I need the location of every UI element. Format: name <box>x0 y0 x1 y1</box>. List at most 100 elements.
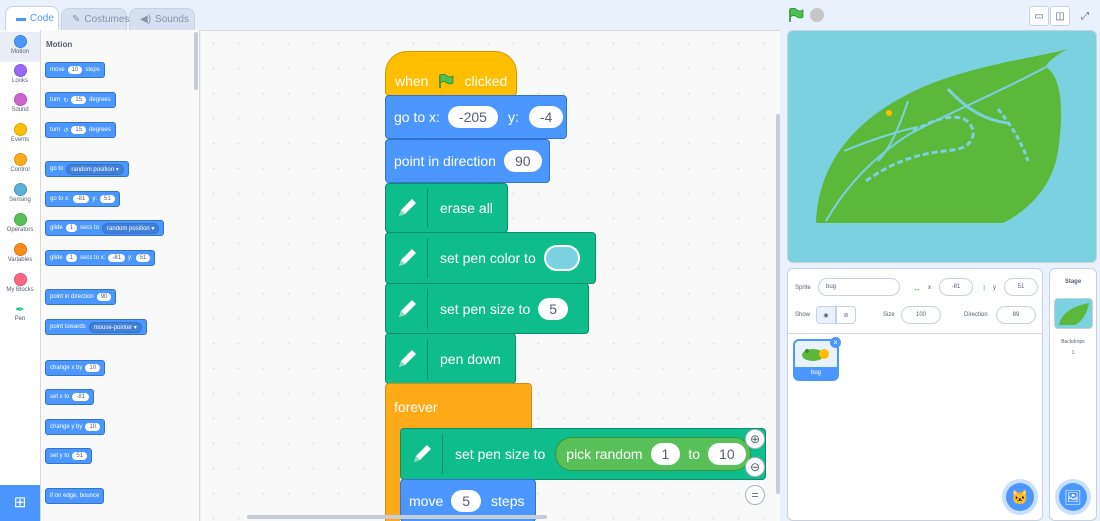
goto-x-input[interactable]: -205 <box>447 106 498 128</box>
set-pen-color-block[interactable]: set pen color to <box>385 232 596 284</box>
large-stage-button[interactable]: ◫ <box>1050 6 1070 26</box>
show-hidden-toggle[interactable]: ⊘ <box>836 306 856 324</box>
zoom-reset-button[interactable]: = <box>745 485 765 505</box>
palette-glide-xy-block[interactable]: glide 1 secs to x: -81 y: 51 <box>45 250 156 266</box>
point-towards-dropdown[interactable]: mouse-pointer ▾ <box>88 321 142 333</box>
erase-all-block[interactable]: erase all <box>385 183 508 233</box>
change-x-input[interactable]: 10 <box>85 364 101 372</box>
category-operators[interactable]: Operators <box>0 210 40 240</box>
turn-right-input[interactable]: 15 <box>71 96 87 104</box>
random-from-input[interactable]: 1 <box>650 443 681 465</box>
stage-canvas[interactable] <box>787 30 1097 263</box>
backdrops-count: 1 <box>1071 350 1075 356</box>
move-steps-input[interactable]: 10 <box>67 66 83 74</box>
sprite-direction-field[interactable]: 89 <box>996 306 1036 324</box>
glide-dropdown[interactable]: random position ▾ <box>102 222 160 234</box>
palette-turn-right-block[interactable]: turn ↻ 15 degrees <box>45 92 116 108</box>
stage-thumbnail[interactable] <box>1054 298 1093 329</box>
palette-move-block[interactable]: move 10 steps <box>45 62 105 78</box>
block-palette: Motion move 10 steps turn ↻ 15 degrees turn ↺ 1… <box>41 30 200 521</box>
pen-size-input[interactable]: 5 <box>538 297 569 320</box>
fullscreen-icon: ⤢ <box>1081 10 1089 22</box>
goto-xy-block[interactable]: go to x: -205 y: -4 <box>385 95 567 139</box>
category-looks[interactable]: Looks <box>0 61 40 91</box>
palette-glide-block[interactable]: glide 1 secs to random position ▾ <box>45 220 165 236</box>
palette-scrollbar[interactable] <box>194 32 198 90</box>
tab-sounds[interactable]: ◀) Sounds <box>129 8 195 30</box>
point-direction-block[interactable]: point in direction 90 <box>385 139 550 183</box>
goto-y-input[interactable]: 51 <box>100 195 115 203</box>
glide-y-input[interactable]: 51 <box>135 254 151 262</box>
set-pen-size-random-block[interactable]: set pen size to pick random 1 to 10 <box>400 428 766 480</box>
point-direction-input[interactable]: 90 <box>96 293 112 301</box>
sprite-y-field[interactable]: 51 <box>1004 278 1038 296</box>
small-stage-button[interactable]: ▭ <box>1029 6 1049 26</box>
zoom-in-button[interactable]: ⊕ <box>745 429 765 449</box>
cat-icon: 🐱 <box>1011 488 1029 505</box>
category-control[interactable]: Control <box>0 150 40 180</box>
add-extension-button[interactable]: ⊞ <box>0 485 40 521</box>
stop-button[interactable] <box>810 8 824 22</box>
glide-secs-input[interactable]: 1 <box>65 224 78 232</box>
palette-point-direction-block[interactable]: point in direction 90 <box>45 289 117 305</box>
script-horizontal-scrollbar[interactable] <box>247 515 547 519</box>
category-events[interactable]: Events <box>0 120 40 150</box>
speaker-icon: ◀) <box>140 14 152 25</box>
goto-dropdown[interactable]: random position ▾ <box>66 163 124 175</box>
zoom-out-button[interactable]: ⊖ <box>745 457 765 477</box>
stage-selector[interactable]: Stage Backdrops 1 🖼 <box>1049 268 1097 521</box>
set-y-input[interactable]: 51 <box>72 452 88 460</box>
small-stage-icon: ▭ <box>1034 10 1044 22</box>
random-to-input[interactable]: 10 <box>708 443 746 465</box>
show-visible-toggle[interactable]: ◉ <box>816 306 836 324</box>
set-pen-size-block[interactable]: set pen size to 5 <box>385 283 589 334</box>
category-my-blocks[interactable]: My Blocks <box>0 270 40 300</box>
pen-color-swatch[interactable] <box>543 245 580 271</box>
change-y-input[interactable]: 10 <box>85 423 101 431</box>
sprite-label: Sprite <box>795 285 811 291</box>
choose-backdrop-button[interactable]: 🖼 <box>1059 483 1087 511</box>
sprite-x-field[interactable]: -81 <box>939 278 973 296</box>
forever-block[interactable]: forever <box>385 383 532 430</box>
bug-sprite[interactable] <box>886 110 892 116</box>
goto-x-input[interactable]: -81 <box>72 195 90 203</box>
palette-set-y-block[interactable]: set y to 51 <box>45 448 93 464</box>
set-x-input[interactable]: -81 <box>72 393 90 401</box>
category-sensing[interactable]: Sensing <box>0 180 40 210</box>
category-motion[interactable]: Motion <box>0 32 40 62</box>
tab-costumes[interactable]: ✎ Costumes <box>61 8 129 30</box>
move-steps-input[interactable]: 5 <box>451 489 482 512</box>
turn-left-input[interactable]: 15 <box>71 126 87 134</box>
sprite-size-field[interactable]: 100 <box>901 306 941 324</box>
sprite-thumbnail[interactable]: bug × <box>793 337 841 381</box>
point-direction-input[interactable]: 90 <box>503 150 542 172</box>
green-flag-icon <box>439 73 454 88</box>
palette-bounce-block[interactable]: if on edge, bounce <box>45 488 105 504</box>
green-flag-button[interactable] <box>788 8 804 22</box>
palette-change-y-block[interactable]: change y by 10 <box>45 419 106 435</box>
looks-dot-icon <box>13 64 27 77</box>
script-area[interactable]: when clicked go to x: -205 y: -4 point i… <box>201 30 780 521</box>
tab-code[interactable]: ▬ Code <box>5 6 59 30</box>
pen-down-block[interactable]: pen down <box>385 333 516 384</box>
glide-xy-secs-input[interactable]: 1 <box>65 254 78 262</box>
palette-turn-left-block[interactable]: turn ↺ 15 degrees <box>45 122 116 138</box>
category-variables[interactable]: Variables <box>0 240 40 270</box>
glide-x-input[interactable]: -81 <box>108 254 126 262</box>
turn-right-icon: ↻ <box>63 97 69 104</box>
sprite-name-field[interactable]: bug <box>818 278 900 296</box>
choose-sprite-button[interactable]: 🐱 <box>1006 483 1034 511</box>
when-flag-clicked-block[interactable]: when clicked <box>385 51 517 96</box>
delete-sprite-button[interactable]: × <box>830 337 841 348</box>
palette-goto-xy-block[interactable]: go to x: -81 y: 51 <box>45 191 120 207</box>
category-sound[interactable]: Sound <box>0 90 40 120</box>
goto-y-input[interactable]: -4 <box>528 106 564 128</box>
category-pen[interactable]: ✒ Pen <box>0 300 40 330</box>
fullscreen-button[interactable]: ⤢ <box>1075 6 1095 26</box>
palette-set-x-block[interactable]: set x to -81 <box>45 389 95 405</box>
palette-point-towards-block[interactable]: point towards mouse-pointer ▾ <box>45 319 147 335</box>
script-vertical-scrollbar[interactable] <box>776 114 780 494</box>
palette-goto-block[interactable]: go to random position ▾ <box>45 161 129 177</box>
palette-change-x-block[interactable]: change x by 10 <box>45 360 106 376</box>
pick-random-block[interactable]: pick random 1 to 10 <box>555 437 751 471</box>
